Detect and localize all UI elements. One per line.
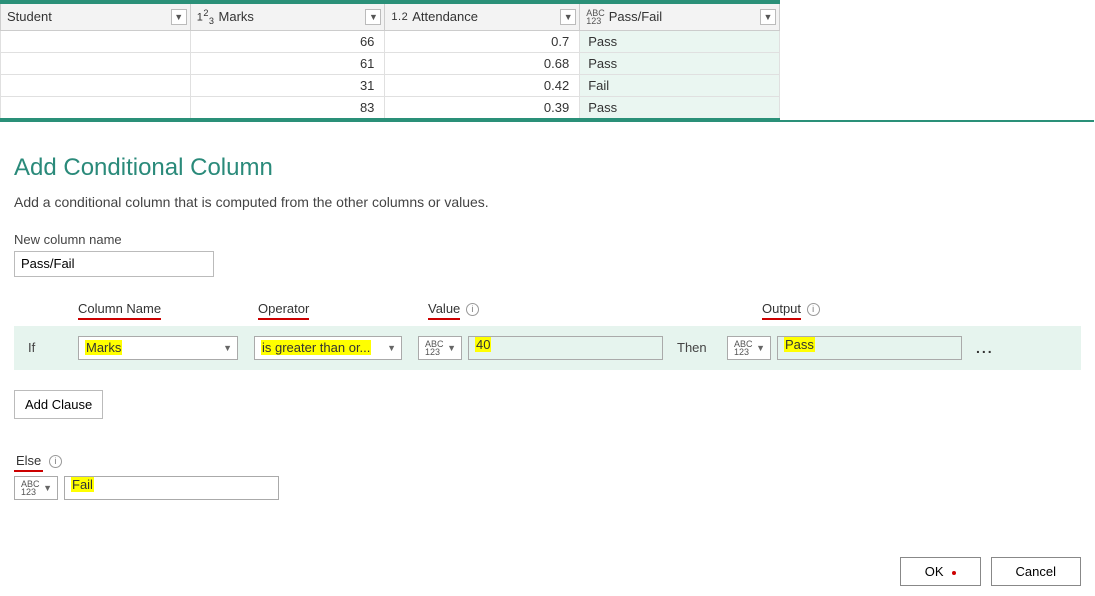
type-icon-number: 123 bbox=[197, 8, 215, 26]
header-output: Output bbox=[762, 301, 801, 320]
chevron-down-icon: ▼ bbox=[223, 343, 232, 353]
new-column-name-label: New column name bbox=[14, 232, 1081, 247]
col-header-attendance[interactable]: 1.2 Attendance ▼ bbox=[385, 2, 580, 30]
output-type-dropdown[interactable]: ABC123 ▼ bbox=[727, 336, 771, 360]
chevron-down-icon: ▼ bbox=[43, 483, 52, 493]
header-value: Value bbox=[428, 301, 460, 320]
value-input[interactable]: 40 bbox=[468, 336, 663, 360]
conditional-column-dialog: Add Conditional Column Add a conditional… bbox=[0, 122, 1095, 500]
table-row[interactable]: 66 0.7 Pass bbox=[1, 30, 780, 52]
cell-attendance: 0.42 bbox=[385, 74, 580, 96]
if-label: If bbox=[28, 340, 78, 355]
col-label: Student bbox=[7, 9, 52, 24]
status-dot-icon bbox=[952, 571, 956, 575]
else-label: Else bbox=[14, 453, 43, 472]
header-operator: Operator bbox=[258, 301, 309, 320]
cell-result: Pass bbox=[580, 52, 780, 74]
filter-dropdown-icon[interactable]: ▼ bbox=[560, 9, 576, 25]
new-column-name-input[interactable] bbox=[14, 251, 214, 277]
table-row[interactable]: 61 0.68 Pass bbox=[1, 52, 780, 74]
cell-attendance: 0.68 bbox=[385, 52, 580, 74]
cell-student bbox=[1, 74, 191, 96]
cell-result: Pass bbox=[580, 30, 780, 52]
info-icon[interactable]: i bbox=[466, 303, 479, 316]
output-input[interactable]: Pass bbox=[777, 336, 962, 360]
chevron-down-icon: ▼ bbox=[756, 343, 765, 353]
col-label: Attendance bbox=[412, 9, 478, 24]
column-dropdown[interactable]: Marks ▼ bbox=[78, 336, 238, 360]
cell-attendance: 0.39 bbox=[385, 96, 580, 119]
cell-result: Fail bbox=[580, 74, 780, 96]
else-type-dropdown[interactable]: ABC123 ▼ bbox=[14, 476, 58, 500]
col-label: Pass/Fail bbox=[609, 9, 662, 24]
type-icon-any: ABC123 bbox=[21, 480, 40, 496]
type-icon-any: ABC123 bbox=[425, 340, 444, 356]
col-header-student[interactable]: Student ▼ bbox=[1, 2, 191, 30]
value-text: 40 bbox=[475, 337, 491, 352]
cell-student bbox=[1, 52, 191, 74]
header-column-name: Column Name bbox=[78, 301, 161, 320]
cell-result: Pass bbox=[580, 96, 780, 119]
filter-dropdown-icon[interactable]: ▼ bbox=[760, 9, 776, 25]
dialog-title: Add Conditional Column bbox=[14, 154, 1081, 182]
more-options-button[interactable]: ... bbox=[976, 340, 994, 356]
col-label: Marks bbox=[219, 9, 254, 24]
ok-label: OK bbox=[925, 564, 944, 579]
add-clause-button[interactable]: Add Clause bbox=[14, 390, 103, 419]
cell-student bbox=[1, 96, 191, 119]
chevron-down-icon: ▼ bbox=[447, 343, 456, 353]
condition-row: If Marks ▼ is greater than or... ▼ ABC12… bbox=[14, 326, 1081, 370]
then-label: Then bbox=[677, 340, 727, 355]
cell-marks: 61 bbox=[190, 52, 385, 74]
filter-dropdown-icon[interactable]: ▼ bbox=[171, 9, 187, 25]
chevron-down-icon: ▼ bbox=[387, 343, 396, 353]
dialog-subtitle: Add a conditional column that is compute… bbox=[14, 194, 1081, 210]
cell-marks: 66 bbox=[190, 30, 385, 52]
cell-attendance: 0.7 bbox=[385, 30, 580, 52]
type-icon-any: ABC123 bbox=[586, 9, 605, 25]
output-text: Pass bbox=[784, 337, 815, 352]
else-input[interactable]: Fail bbox=[64, 476, 279, 500]
filter-dropdown-icon[interactable]: ▼ bbox=[365, 9, 381, 25]
col-header-passfail[interactable]: ABC123 Pass/Fail ▼ bbox=[580, 2, 780, 30]
type-icon-any: ABC123 bbox=[734, 340, 753, 356]
info-icon[interactable]: i bbox=[807, 303, 820, 316]
cell-marks: 83 bbox=[190, 96, 385, 119]
cell-marks: 31 bbox=[190, 74, 385, 96]
cell-student bbox=[1, 30, 191, 52]
cancel-button[interactable]: Cancel bbox=[991, 557, 1081, 586]
table-row[interactable]: 31 0.42 Fail bbox=[1, 74, 780, 96]
column-value: Marks bbox=[85, 340, 122, 355]
col-header-marks[interactable]: 123 Marks ▼ bbox=[190, 2, 385, 30]
operator-value: is greater than or... bbox=[261, 340, 371, 355]
info-icon[interactable]: i bbox=[49, 455, 62, 468]
type-icon-decimal: 1.2 bbox=[391, 11, 408, 23]
else-text: Fail bbox=[71, 477, 94, 492]
data-table: Student ▼ 123 Marks ▼ 1.2 Attendance ▼ bbox=[0, 0, 780, 120]
value-type-dropdown[interactable]: ABC123 ▼ bbox=[418, 336, 462, 360]
operator-dropdown[interactable]: is greater than or... ▼ bbox=[254, 336, 402, 360]
table-row[interactable]: 83 0.39 Pass bbox=[1, 96, 780, 119]
ok-button[interactable]: OK bbox=[900, 557, 981, 586]
